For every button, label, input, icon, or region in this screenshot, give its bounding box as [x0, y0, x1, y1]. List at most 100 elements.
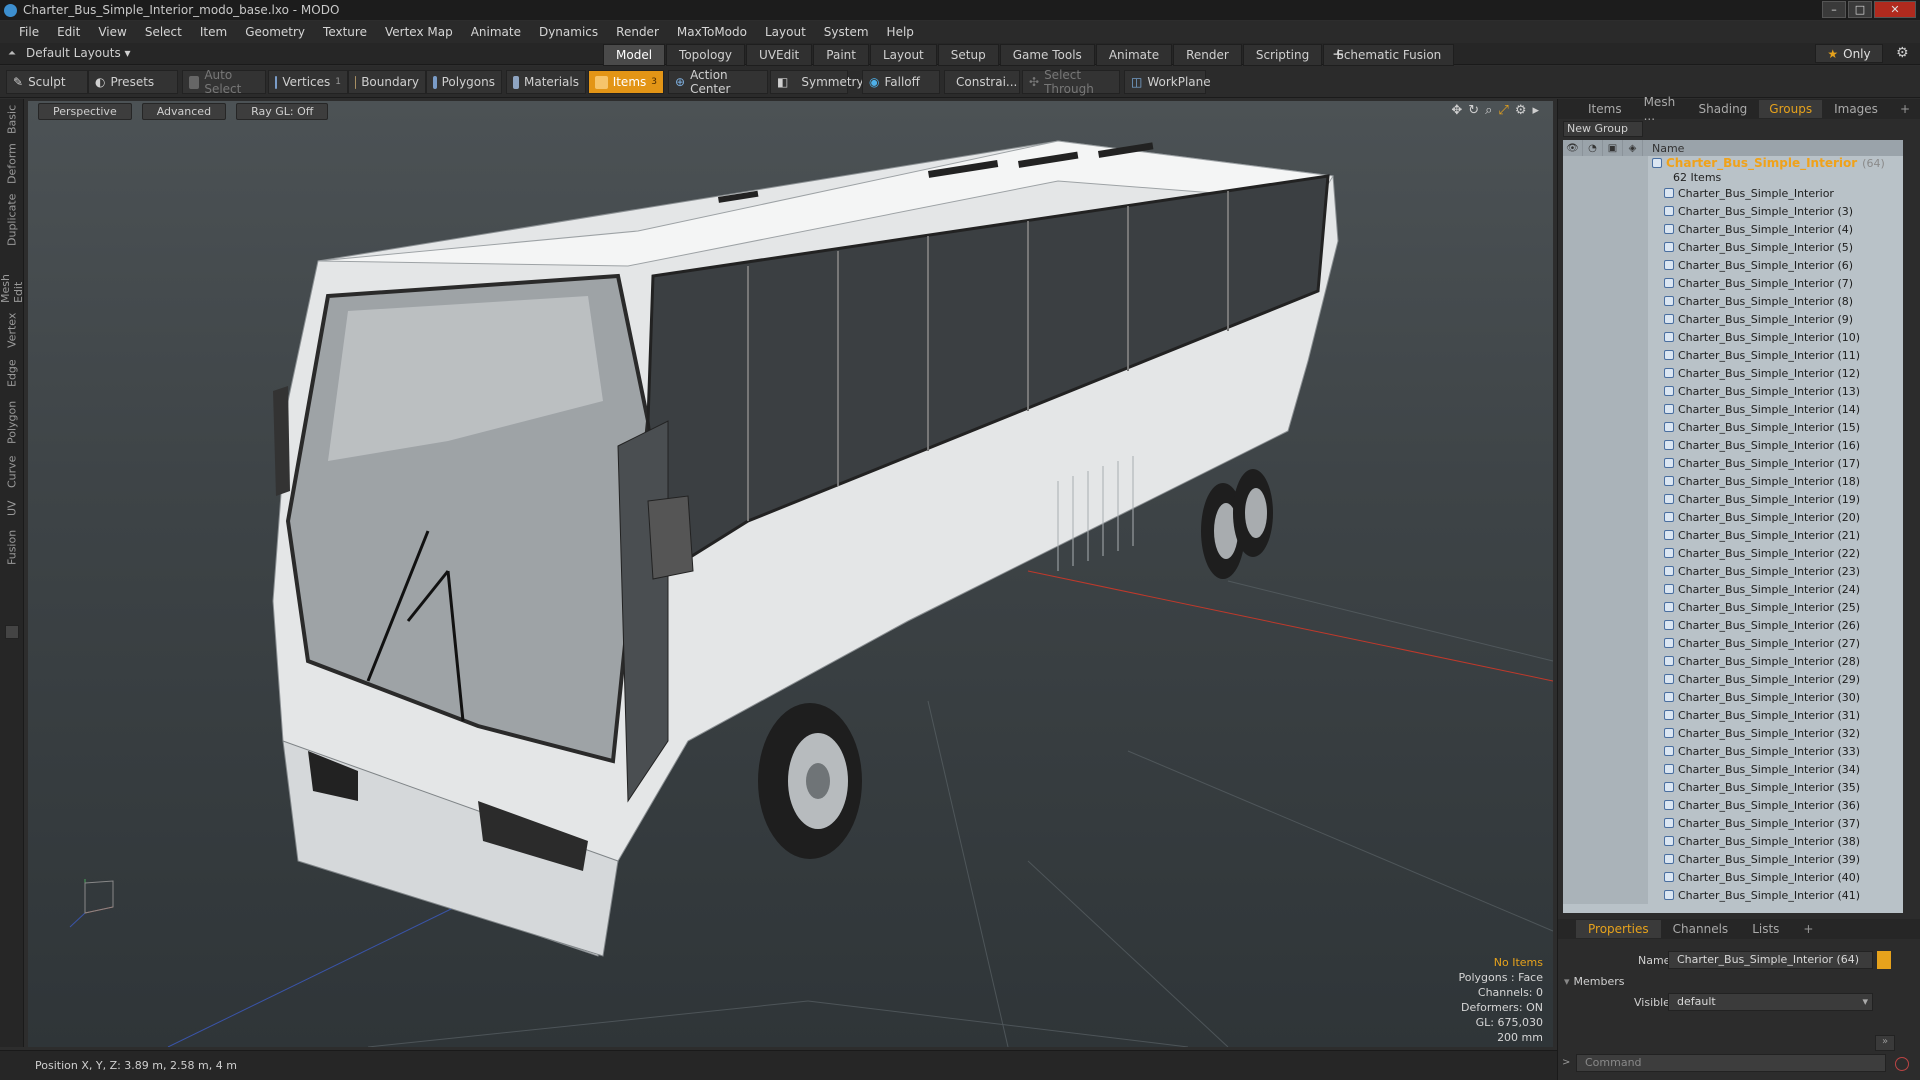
new-group-button[interactable]: New Group — [1563, 121, 1643, 137]
3d-viewport[interactable]: Perspective Advanced Ray GL: Off ✥ ↻ ⌕ ⤢… — [28, 101, 1553, 1047]
select-through-button[interactable]: ✣ Select Through — [1022, 68, 1120, 96]
list-item[interactable]: Charter_Bus_Simple_Interior (41) — [1563, 886, 1903, 904]
list-item[interactable]: Charter_Bus_Simple_Interior (37) — [1563, 814, 1903, 832]
list-item[interactable]: Charter_Bus_Simple_Interior (7) — [1563, 274, 1903, 292]
group-row[interactable]: Charter_Bus_Simple_Interior (64) — [1563, 156, 1903, 170]
list-item[interactable]: Charter_Bus_Simple_Interior (33) — [1563, 742, 1903, 760]
falloff-button[interactable]: ◉ Falloff — [862, 70, 940, 94]
menu-file[interactable]: File — [10, 25, 48, 39]
tab-lists[interactable]: Lists — [1740, 920, 1791, 938]
polygons-button[interactable]: Polygons — [426, 70, 502, 94]
list-item[interactable]: Charter_Bus_Simple_Interior (4) — [1563, 220, 1903, 238]
members-section[interactable]: Members — [1574, 975, 1625, 988]
fit-icon[interactable]: ⤢ — [1498, 103, 1508, 118]
menu-item[interactable]: Item — [191, 25, 236, 39]
list-item[interactable]: Charter_Bus_Simple_Interior (5) — [1563, 238, 1903, 256]
layout-preset-dropdown[interactable]: Default Layouts ▾ — [26, 46, 131, 60]
tab-paint[interactable]: Paint — [813, 44, 869, 66]
raygl-toggle[interactable]: Ray GL: Off — [236, 102, 329, 120]
list-item[interactable]: Charter_Bus_Simple_Interior (35) — [1563, 778, 1903, 796]
gear-icon[interactable]: ⚙ — [1896, 45, 1909, 61]
items-button[interactable]: Items 3 — [588, 70, 664, 94]
list-item[interactable]: Charter_Bus_Simple_Interior — [1563, 184, 1903, 202]
list-item[interactable]: Charter_Bus_Simple_Interior (6) — [1563, 256, 1903, 274]
rotate-icon[interactable]: ↻ — [1468, 103, 1479, 118]
visibility-col-icon[interactable]: 👁 — [1563, 140, 1583, 156]
maximize-icon[interactable]: □ — [1848, 1, 1872, 18]
auto-select-button[interactable]: Auto Select — [182, 68, 266, 96]
list-item[interactable]: Charter_Bus_Simple_Interior (40) — [1563, 868, 1903, 886]
tab-animate[interactable]: Animate — [1095, 44, 1173, 66]
list-item[interactable]: Charter_Bus_Simple_Interior (18) — [1563, 472, 1903, 490]
workplane-button[interactable]: ◫ WorkPlane — [1124, 70, 1211, 94]
tab-shading[interactable]: Shading — [1689, 100, 1758, 118]
menu-render[interactable]: Render — [607, 25, 668, 39]
left-tab-duplicate[interactable]: Duplicate — [3, 193, 21, 247]
menu-geometry[interactable]: Geometry — [236, 25, 314, 39]
left-panel-toggle[interactable] — [5, 625, 19, 639]
list-item[interactable]: Charter_Bus_Simple_Interior (13) — [1563, 382, 1903, 400]
list-item[interactable]: Charter_Bus_Simple_Interior (39) — [1563, 850, 1903, 868]
tab-properties[interactable]: Properties — [1576, 920, 1661, 938]
list-item[interactable]: Charter_Bus_Simple_Interior (11) — [1563, 346, 1903, 364]
tab-model[interactable]: Model — [603, 44, 666, 66]
list-item[interactable]: Charter_Bus_Simple_Interior (9) — [1563, 310, 1903, 328]
tab-layout[interactable]: Layout — [869, 44, 937, 66]
menu-layout[interactable]: Layout — [756, 25, 815, 39]
list-item[interactable]: Charter_Bus_Simple_Interior (14) — [1563, 400, 1903, 418]
list-item[interactable]: Charter_Bus_Simple_Interior (24) — [1563, 580, 1903, 598]
menu-help[interactable]: Help — [878, 25, 923, 39]
layout-arrow-icon[interactable]: ⏶ — [8, 48, 16, 59]
list-item[interactable]: Charter_Bus_Simple_Interior (38) — [1563, 832, 1903, 850]
tab-scripting[interactable]: Scripting — [1242, 44, 1323, 66]
add-panel-tab-icon[interactable]: + — [1890, 100, 1920, 118]
menu-animate[interactable]: Animate — [462, 25, 530, 39]
left-tab-basic[interactable]: Basic — [3, 103, 21, 135]
menu-vertex-map[interactable]: Vertex Map — [376, 25, 462, 39]
left-tab-deform[interactable]: Deform — [3, 143, 21, 185]
list-item[interactable]: Charter_Bus_Simple_Interior (22) — [1563, 544, 1903, 562]
list-item[interactable]: Charter_Bus_Simple_Interior (15) — [1563, 418, 1903, 436]
collapse-members-icon[interactable]: ▾ — [1564, 975, 1570, 988]
list-item[interactable]: Charter_Bus_Simple_Interior (8) — [1563, 292, 1903, 310]
shading-advanced-dropdown[interactable]: Advanced — [141, 102, 227, 120]
menu-edit[interactable]: Edit — [48, 25, 89, 39]
list-item[interactable]: Charter_Bus_Simple_Interior (16) — [1563, 436, 1903, 454]
vertices-button[interactable]: Vertices 1 — [268, 70, 348, 94]
left-tab-vertex[interactable]: Vertex — [3, 311, 21, 349]
list-item[interactable]: Charter_Bus_Simple_Interior (31) — [1563, 706, 1903, 724]
list-item[interactable]: Charter_Bus_Simple_Interior (27) — [1563, 634, 1903, 652]
presets-button[interactable]: ◐ Presets — [88, 70, 178, 94]
materials-button[interactable]: Materials — [506, 70, 586, 94]
sculpt-button[interactable]: ✎ Sculpt — [6, 70, 88, 94]
boundary-button[interactable]: Boundary — [348, 70, 426, 94]
tab-uvedit[interactable]: UVEdit — [746, 44, 813, 66]
list-item[interactable]: Charter_Bus_Simple_Interior (25) — [1563, 598, 1903, 616]
symmetry-button[interactable]: ◧ Symmetry — [770, 70, 864, 94]
only-button[interactable]: ★ Only — [1815, 44, 1883, 63]
tab-setup[interactable]: Setup — [937, 44, 999, 66]
viewport-menu-arrow-icon[interactable]: ▸ — [1532, 103, 1539, 118]
left-tab-uv[interactable]: UV — [3, 497, 21, 519]
zoom-icon[interactable]: ⌕ — [1485, 103, 1492, 118]
list-item[interactable]: Charter_Bus_Simple_Interior (17) — [1563, 454, 1903, 472]
minimize-icon[interactable]: – — [1822, 1, 1846, 18]
tab-images[interactable]: Images — [1824, 100, 1888, 118]
list-item[interactable]: Charter_Bus_Simple_Interior (10) — [1563, 328, 1903, 346]
list-item[interactable]: Charter_Bus_Simple_Interior (20) — [1563, 508, 1903, 526]
render-col-icon[interactable]: ◔ — [1583, 140, 1603, 156]
lock-col-icon[interactable]: ▣ — [1603, 140, 1623, 156]
menu-system[interactable]: System — [815, 25, 878, 39]
tab-channels[interactable]: Channels — [1661, 920, 1741, 938]
constraints-button[interactable]: Constrai... — [944, 70, 1020, 94]
menu-dynamics[interactable]: Dynamics — [530, 25, 607, 39]
menu-texture[interactable]: Texture — [314, 25, 376, 39]
list-item[interactable]: Charter_Bus_Simple_Interior (34) — [1563, 760, 1903, 778]
select-col-icon[interactable]: ◈ — [1623, 140, 1643, 156]
list-item[interactable]: Charter_Bus_Simple_Interior (28) — [1563, 652, 1903, 670]
menu-select[interactable]: Select — [136, 25, 191, 39]
add-properties-tab-icon[interactable]: + — [1791, 920, 1825, 938]
left-tab-edge[interactable]: Edge — [3, 357, 21, 389]
list-item[interactable]: Charter_Bus_Simple_Interior (19) — [1563, 490, 1903, 508]
group-name-field[interactable]: Charter_Bus_Simple_Interior (64) — [1668, 951, 1873, 969]
